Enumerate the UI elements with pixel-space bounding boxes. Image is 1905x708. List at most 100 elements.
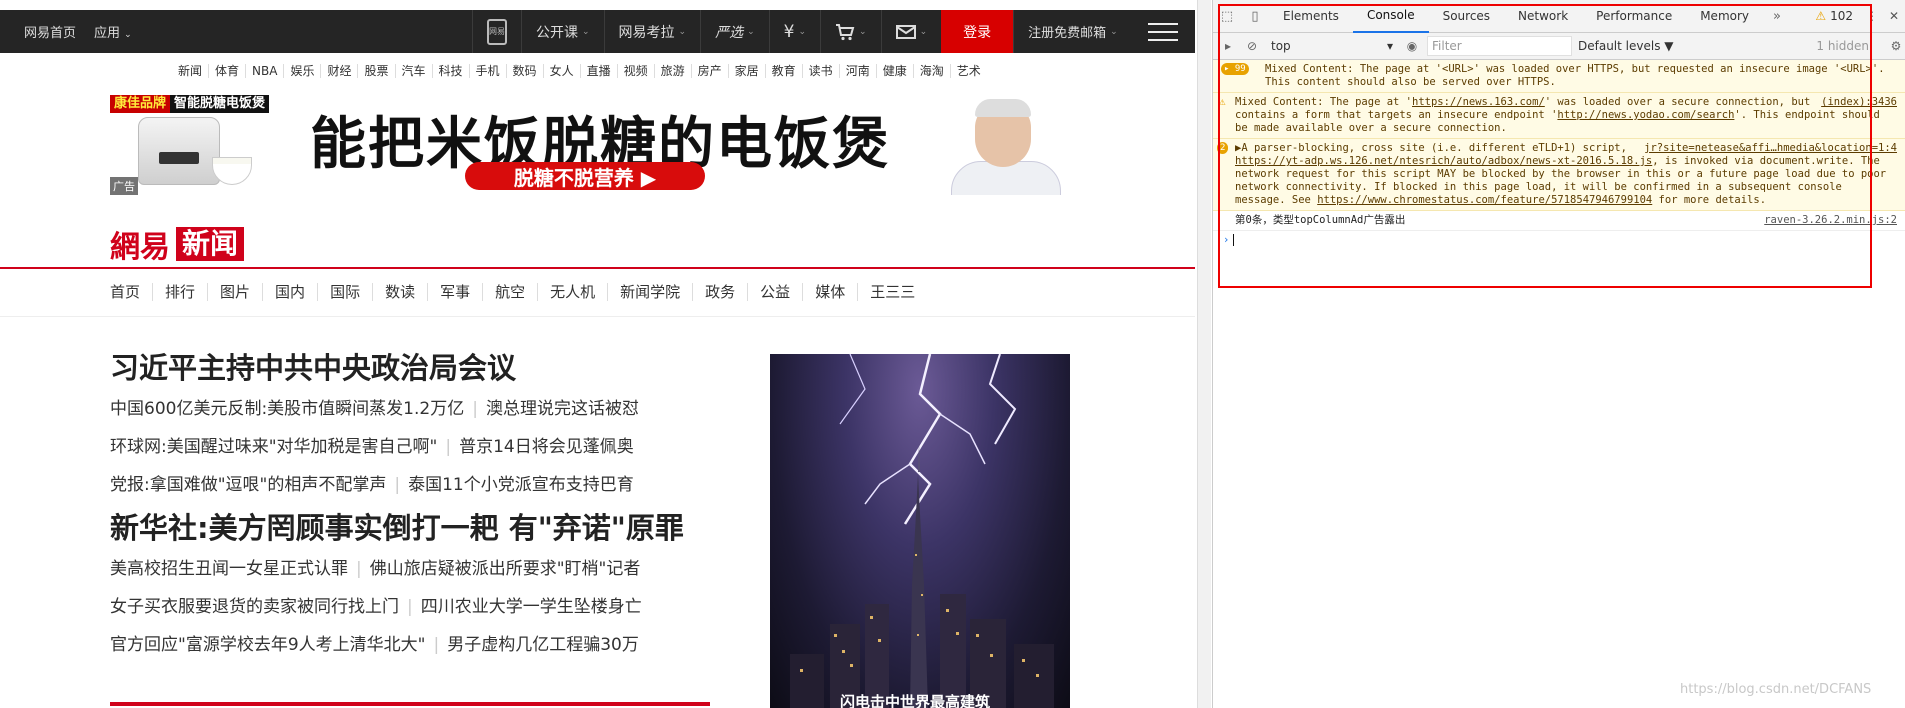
nav-item[interactable]: 王三三 (857, 283, 927, 301)
nav-item[interactable]: 军事 (427, 283, 482, 301)
channel-link[interactable]: 房产 (690, 64, 728, 78)
news-link[interactable]: 女子买衣服要退货的卖家被同行找上门 (110, 597, 399, 617)
nav-item[interactable]: 排行 (152, 283, 207, 301)
top-headline[interactable]: 习近平主持中共中央政治局会议 (110, 346, 710, 390)
url-link[interactable]: https://yt-adp.ws.126.net/ntesrich/auto/… (1235, 155, 1652, 167)
close-icon[interactable]: ✕ (1883, 9, 1905, 23)
news-link[interactable]: 普京14日将会见蓬佩奥 (459, 437, 634, 457)
ad-banner[interactable]: 康佳品牌 智能脱糖电饭煲 能把米饭脱糖的电饭煲 脱糖不脱营养 ▶ 广告 (110, 95, 1070, 195)
sidebar-toggle-icon[interactable]: ▸ (1219, 39, 1237, 53)
login-button[interactable]: 登录 (941, 10, 1014, 53)
rice-cooker-image (138, 117, 220, 185)
channel-link[interactable]: 女人 (542, 64, 580, 78)
news-link[interactable]: 泰国11个小党派宣布支持巴育 (408, 475, 634, 495)
nav-item[interactable]: 公益 (747, 283, 802, 301)
channel-link[interactable]: 河南 (838, 64, 876, 78)
channel-link[interactable]: 手机 (468, 64, 506, 78)
settings-gear-icon[interactable]: ⚙ (1887, 39, 1905, 53)
nav-item[interactable]: 无人机 (537, 283, 607, 301)
tab-console[interactable]: Console (1352, 0, 1429, 33)
nav-item[interactable]: 航空 (482, 283, 537, 301)
menu-icon[interactable] (1147, 22, 1178, 41)
console-prompt[interactable]: › (1213, 231, 1905, 250)
channel-link[interactable]: 艺术 (949, 64, 987, 78)
url-link[interactable]: http://news.yodao.com/search (1557, 109, 1734, 121)
chevron-down-icon: ▾ (1386, 39, 1393, 53)
channel-link[interactable]: 视频 (616, 64, 654, 78)
tab-network[interactable]: Network (1504, 0, 1582, 33)
tab-elements[interactable]: Elements (1269, 0, 1353, 33)
nav-item[interactable]: 国内 (262, 283, 317, 301)
second-headline[interactable]: 新华社:美方罔顾事实倒打一耙 有"弃诺"原罪 (110, 506, 710, 550)
news-link[interactable]: 澳总理说完这话被怼 (486, 399, 639, 419)
page-scrollbar[interactable] (1197, 0, 1211, 708)
news-row: 党报:拿国难做"逗哏"的相声不配掌声 | 泰国11个小党派宣布支持巴育 (110, 466, 710, 504)
nav-item[interactable]: 新闻学院 (607, 283, 692, 301)
netease-news-logo[interactable]: 網易 新闻 (110, 222, 245, 266)
nav-item[interactable]: 图片 (207, 283, 262, 301)
register-mail-link[interactable]: 注册免费邮箱 ⌄ (1013, 10, 1132, 53)
url-link[interactable]: https://www.chromestatus.com/feature/571… (1317, 194, 1652, 206)
more-tabs-icon[interactable]: » (1763, 0, 1791, 33)
featured-photo[interactable]: 闪电击中世界最高建筑 (770, 354, 1070, 708)
context-selector[interactable]: top ▾ (1267, 39, 1397, 53)
channel-link[interactable]: 汽车 (394, 64, 432, 78)
channel-link[interactable]: 数码 (505, 64, 543, 78)
nav-item[interactable]: 数读 (372, 283, 427, 301)
tab-sources[interactable]: Sources (1429, 0, 1504, 33)
open-course-menu[interactable]: 公开课 ⌄ (521, 10, 604, 53)
channel-link[interactable]: 读书 (801, 64, 839, 78)
netease-home-link[interactable]: 网易首页 (24, 22, 76, 41)
news-link[interactable]: 男子虚构几亿工程骗30万 (447, 635, 639, 655)
cart-menu[interactable]: ⌄ (820, 10, 881, 53)
channel-link[interactable]: 娱乐 (283, 64, 320, 78)
channel-link[interactable]: 体育 (208, 64, 245, 78)
nav-item[interactable]: 媒体 (802, 283, 857, 301)
kebab-menu-icon[interactable]: ⋮ (1861, 9, 1883, 23)
apps-menu[interactable]: 应用 ⌄ (94, 22, 132, 41)
news-link[interactable]: 美高校招生丑闻一女星正式认罪 (110, 559, 348, 579)
nav-item[interactable]: 国际 (317, 283, 372, 301)
browser-page: 网易首页 应用 ⌄ 网易 公开课 ⌄ 网易考拉 ⌄ 严选 ⌄ ¥ ⌄ ⌄ ⌄ 登录 注册… (0, 0, 1198, 708)
channel-link[interactable]: 科技 (431, 64, 469, 78)
tab-memory[interactable]: Memory (1686, 0, 1763, 33)
channel-link[interactable]: 海淘 (912, 64, 950, 78)
inspect-element-icon[interactable]: ⬚ (1213, 0, 1241, 33)
news-link[interactable]: 环球网:美国醒过味来"对华加税是害自己啊" (110, 437, 437, 457)
separator: | (394, 475, 401, 495)
payment-menu[interactable]: ¥ ⌄ (768, 10, 820, 53)
filter-input[interactable]: Filter (1427, 36, 1572, 56)
yanxuan-menu[interactable]: 严选 ⌄ (700, 10, 769, 53)
source-link[interactable]: (index):3436 (1821, 96, 1897, 109)
news-link[interactable]: 四川农业大学一学生坠楼身亡 (421, 597, 642, 617)
tab-performance[interactable]: Performance (1582, 0, 1686, 33)
url-link[interactable]: https://news.163.com/ (1412, 96, 1545, 108)
nav-item[interactable]: 政务 (692, 283, 747, 301)
channel-link[interactable]: 教育 (764, 64, 802, 78)
mobile-app-link[interactable]: 网易 (472, 10, 521, 53)
channel-link[interactable]: 健康 (875, 64, 913, 78)
device-toolbar-icon[interactable]: ▯ (1241, 0, 1269, 33)
log-levels-dropdown[interactable]: Default levels ▼ (1578, 39, 1768, 53)
channel-link[interactable]: 直播 (579, 64, 617, 78)
warning-counter[interactable]: ⚠ 102 (1815, 9, 1861, 23)
source-link[interactable]: jr?site=netease&affi…hmedia&location=1:4 (1644, 142, 1897, 155)
news-link[interactable]: 佛山旅店疑被派出所要求"盯梢"记者 (370, 559, 641, 579)
channel-link[interactable]: 家居 (727, 64, 765, 78)
clear-console-icon[interactable]: ⊘ (1243, 39, 1261, 53)
channel-link[interactable]: 新闻 (172, 64, 208, 78)
channel-link[interactable]: NBA (245, 64, 283, 78)
warning-text: Mixed Content: The page at '<URL>' was l… (1265, 63, 1885, 88)
channel-link[interactable]: 财经 (320, 64, 357, 78)
nav-item[interactable]: 首页 (110, 283, 152, 301)
kaola-menu[interactable]: 网易考拉 ⌄ (603, 10, 701, 53)
eye-icon[interactable]: ◉ (1403, 39, 1421, 53)
warning-text: Mixed Content: The page at ' (1235, 96, 1413, 108)
source-link[interactable]: raven-3.26.2.min.js:2 (1764, 214, 1897, 227)
news-link[interactable]: 党报:拿国难做"逗哏"的相声不配掌声 (110, 475, 386, 495)
news-link[interactable]: 中国600亿美元反制:美股市值瞬间蒸发1.2万亿 (110, 399, 464, 419)
mail-menu[interactable]: ⌄ (880, 10, 942, 53)
news-link[interactable]: 官方回应"富源学校去年9人考上清华北大" (110, 635, 425, 655)
channel-link[interactable]: 股票 (357, 64, 394, 78)
channel-link[interactable]: 旅游 (653, 64, 691, 78)
